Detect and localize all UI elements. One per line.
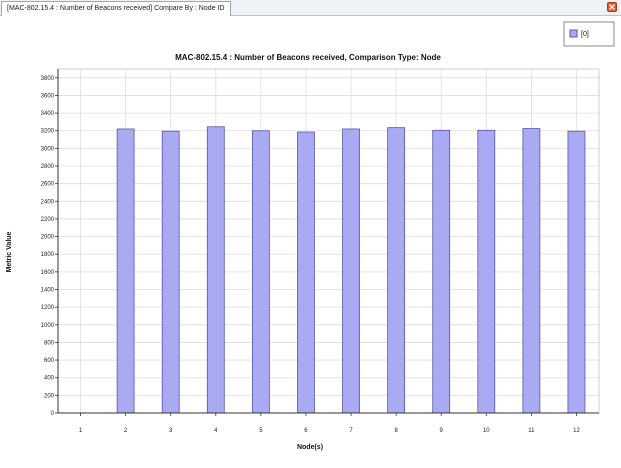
x-tick-label: 4 xyxy=(214,428,218,434)
y-tick-label: 2000 xyxy=(41,235,55,241)
bar xyxy=(297,131,315,414)
x-tick-label: 3 xyxy=(169,428,173,434)
bar xyxy=(522,128,541,414)
grid-lines xyxy=(57,68,600,414)
legend-swatch xyxy=(569,29,578,38)
y-tick-label: 3600 xyxy=(41,93,55,99)
y-tick-label: 1000 xyxy=(41,323,55,329)
bar-chart: MAC-802.15.4 : Number of Beacons receive… xyxy=(6,21,615,451)
x-tick-label: 11 xyxy=(528,428,535,434)
y-axis-label: Metric Value xyxy=(6,231,13,272)
y-tick-label: 1800 xyxy=(41,252,55,258)
y-tick-label: 0 xyxy=(51,411,55,417)
y-tick-label: 2800 xyxy=(41,164,55,170)
x-axis-label: Node(s) xyxy=(297,444,323,451)
bar xyxy=(477,129,496,414)
x-tick-label: 12 xyxy=(573,428,580,434)
y-tick-label: 1400 xyxy=(41,288,55,294)
y-tick-label: 600 xyxy=(44,358,55,364)
bar xyxy=(342,128,360,414)
y-tick-label: 3400 xyxy=(41,111,55,117)
tab-bar: [MAC-802.15.4 : Number of Beacons receiv… xyxy=(0,0,621,16)
y-tick-label: 1600 xyxy=(41,270,55,276)
bar xyxy=(251,130,270,414)
bar xyxy=(567,130,586,414)
tab-chart[interactable]: [MAC-802.15.4 : Number of Beacons receiv… xyxy=(1,1,231,16)
y-tick-label: 3000 xyxy=(41,146,55,152)
bar xyxy=(206,126,225,414)
x-tick-label: 1 xyxy=(79,428,83,434)
legend-label: [0] xyxy=(581,31,589,38)
x-tick-label: 8 xyxy=(394,428,398,434)
bar xyxy=(161,130,180,414)
x-tick-label: 6 xyxy=(304,428,308,434)
bar xyxy=(116,128,135,414)
x-tick-label: 5 xyxy=(259,428,263,434)
x-tick-label: 9 xyxy=(440,428,444,434)
y-tick-label: 800 xyxy=(44,340,55,346)
y-tick-label: 2400 xyxy=(41,199,55,205)
chart-title: MAC-802.15.4 : Number of Beacons receive… xyxy=(175,53,441,62)
bar xyxy=(432,129,451,414)
plot-area xyxy=(57,68,600,414)
bar xyxy=(387,127,406,414)
close-icon xyxy=(609,4,615,10)
x-tick-label: 7 xyxy=(349,428,353,434)
y-tick-label: 3200 xyxy=(41,129,55,135)
close-button[interactable] xyxy=(607,2,617,12)
y-tick-label: 400 xyxy=(44,376,55,382)
x-tick-label: 10 xyxy=(483,428,490,434)
y-tick-label: 2600 xyxy=(41,182,55,188)
chart-panel: MAC-802.15.4 : Number of Beacons receive… xyxy=(0,16,621,468)
y-tick-label: 2200 xyxy=(41,217,55,223)
y-tick-label: 200 xyxy=(44,393,55,399)
x-tick-label: 2 xyxy=(124,428,128,434)
y-tick-label: 3800 xyxy=(41,76,55,82)
y-tick-label: 1200 xyxy=(41,305,55,311)
